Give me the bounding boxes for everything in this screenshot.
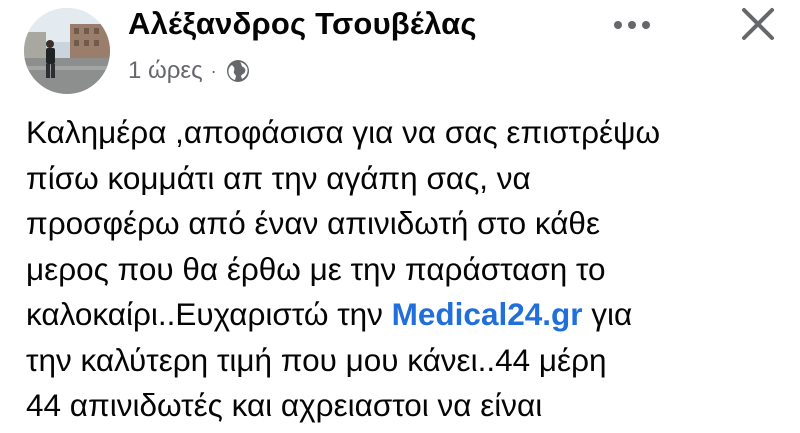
post-text-line-with-link: καλοκαίρι..Ευχαριστώ την Medical24.gr γι… — [26, 292, 786, 338]
post-text-segment: για — [582, 296, 633, 332]
post-text-line: την καλύτερη τιμή που μου κάνει..44 μέρη — [26, 341, 607, 378]
author-avatar[interactable] — [24, 8, 110, 94]
post-body-text: Καλημέρα ,αποφάσισα για να σας επιστρέψω… — [26, 110, 786, 429]
post-text-segment: καλοκαίρι..Ευχαριστώ την — [26, 296, 392, 332]
facebook-post: Αλέξανδρος Τσουβέλας 1 ώρες · Καλημέρα ,… — [0, 0, 800, 433]
avatar-photo — [24, 8, 110, 94]
post-meta: 1 ώρες · — [128, 56, 250, 86]
post-text-line: 44 απινιδωτές και αχρειαστοι να είναι — [26, 387, 543, 423]
author-name[interactable]: Αλέξανδρος Τσουβέλας — [128, 6, 477, 42]
post-text-line: προσφέρω από έναν απινιδωτή στο κάθε — [26, 205, 600, 241]
post-timestamp[interactable]: 1 ώρες — [128, 57, 203, 85]
post-text-line: πίσω κομμάτι απ την αγάπη σας, να — [26, 159, 531, 196]
post-text-line: μερος που θα έρθω με την παράσταση το — [26, 250, 606, 287]
more-horizontal-icon[interactable] — [608, 10, 656, 40]
post-text-line: Καλημέρα ,αποφάσισα για να σας επιστρέψω — [26, 114, 661, 150]
meta-separator: · — [210, 60, 217, 81]
globe-icon — [226, 59, 250, 83]
post-header: Αλέξανδρος Τσουβέλας 1 ώρες · — [0, 0, 800, 100]
close-icon[interactable] — [734, 2, 782, 46]
medical24-link[interactable]: Medical24.gr — [392, 296, 583, 332]
